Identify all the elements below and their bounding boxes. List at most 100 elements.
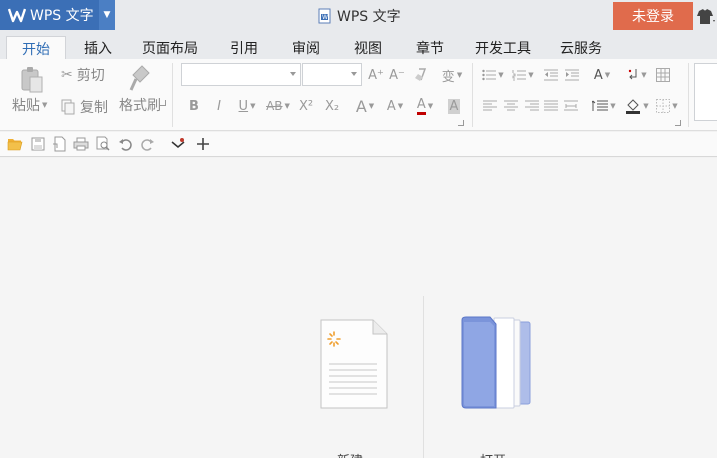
undo-icon[interactable]: [117, 136, 133, 152]
tab-insert[interactable]: 插入: [74, 36, 122, 60]
text-effect-icon: A: [386, 98, 396, 114]
open-folder-large-icon[interactable]: [460, 316, 532, 412]
print-preview-icon[interactable]: [95, 136, 111, 152]
superscript-button[interactable]: X²: [296, 96, 316, 116]
add-icon[interactable]: [195, 136, 211, 152]
format-painter-label: 格式刷: [119, 98, 161, 114]
character-style-button[interactable]: A ▼: [352, 96, 378, 116]
strikethrough-button[interactable]: AB ▼: [264, 96, 292, 116]
distribute-icon[interactable]: [563, 96, 579, 116]
italic-button[interactable]: I: [211, 96, 227, 116]
app-menu-button[interactable]: WPS 文字 ▼: [0, 0, 115, 30]
underline-button[interactable]: U ▼: [234, 96, 260, 116]
tab-page-layout[interactable]: 页面布局: [134, 36, 206, 60]
borders-icon: [656, 99, 671, 113]
font-family-select[interactable]: [181, 63, 301, 86]
ribbon-separator: [172, 63, 173, 127]
phonetic-guide-button[interactable]: 变 ▼: [438, 65, 466, 85]
phonetic-guide-icon: 变: [441, 69, 455, 85]
underline-icon: U: [238, 98, 249, 114]
tab-view[interactable]: 视图: [344, 36, 392, 60]
shrink-font-icon[interactable]: A⁻: [388, 65, 406, 85]
tab-review[interactable]: 审阅: [282, 36, 330, 60]
align-right-icon[interactable]: [524, 96, 540, 116]
change-case-button[interactable]: A ▼: [588, 65, 616, 85]
start-divider: [423, 296, 424, 458]
strikethrough-icon: AB: [266, 99, 283, 113]
bullet-list-icon: [482, 69, 497, 81]
char-shading-button[interactable]: A: [446, 96, 462, 116]
decrease-indent-icon[interactable]: [543, 65, 559, 85]
format-painter-icon[interactable]: [126, 63, 154, 93]
justify-icon[interactable]: [543, 96, 559, 116]
menu-tabs: 开始 插入 页面布局 引用 审阅 视图 章节 开发工具 云服务: [0, 33, 717, 60]
open-document-label[interactable]: 打开: [480, 450, 506, 458]
cut-label: 剪切: [76, 68, 105, 84]
bold-button[interactable]: B: [186, 96, 202, 116]
paste-label: 粘贴: [12, 98, 40, 114]
customize-toolbar-icon[interactable]: [169, 136, 187, 152]
paragraph-launcher-icon[interactable]: [675, 120, 681, 126]
open-folder-icon[interactable]: [7, 136, 23, 152]
tab-chapter[interactable]: 章节: [406, 36, 454, 60]
line-spacing-button[interactable]: ▼: [590, 96, 618, 116]
svg-text:W: W: [322, 14, 328, 21]
borders-button[interactable]: ▼: [653, 96, 681, 116]
window-title-text: WPS 文字: [337, 9, 401, 25]
numbered-list-icon: [512, 70, 527, 81]
tab-cloud-service[interactable]: 云服务: [552, 36, 610, 60]
document-icon: W: [318, 8, 331, 24]
font-launcher-icon[interactable]: [458, 120, 464, 126]
clipboard-launcher-icon[interactable]: [160, 100, 166, 106]
paragraph-mark-icon: [629, 69, 637, 80]
styles-gallery[interactable]: [694, 63, 717, 121]
app-name: WPS 文字: [30, 8, 94, 24]
print-icon[interactable]: [73, 136, 89, 152]
title-bar: WPS 文字 ▼ W WPS 文字 未登录: [0, 0, 717, 33]
ribbon-separator: [472, 63, 473, 127]
increase-indent-icon[interactable]: [564, 65, 580, 85]
grow-font-icon[interactable]: A⁺: [367, 65, 385, 85]
numbering-button[interactable]: ▼: [510, 65, 536, 85]
text-effect-button[interactable]: A ▼: [382, 96, 408, 116]
redo-icon[interactable]: [140, 136, 156, 152]
paste-icon[interactable]: [18, 65, 46, 95]
cut-button[interactable]: ✂ 剪切: [61, 65, 105, 85]
quick-access-toolbar: [0, 132, 717, 157]
line-spacing-icon: [592, 100, 609, 111]
change-case-icon: A: [593, 67, 603, 83]
paste-button[interactable]: 粘贴 ▼: [12, 95, 47, 115]
format-painter-button[interactable]: 格式刷: [119, 95, 161, 115]
char-shading-icon: A: [447, 98, 461, 114]
align-left-icon[interactable]: [482, 96, 498, 116]
tab-references[interactable]: 引用: [220, 36, 268, 60]
bullets-button[interactable]: ▼: [480, 65, 506, 85]
table-grid-icon[interactable]: [655, 65, 671, 85]
copy-button[interactable]: 复制: [61, 97, 108, 117]
save-icon[interactable]: [30, 136, 46, 152]
login-button[interactable]: 未登录: [613, 2, 693, 30]
app-menu-dropdown-icon[interactable]: ▼: [99, 0, 115, 30]
new-document-label[interactable]: 新建: [337, 450, 363, 458]
font-size-select[interactable]: [302, 63, 362, 86]
ribbon-home: 粘贴 ▼ ✂ 剪切 复制 格式刷 A⁺ A⁻ 变 ▼ B I U ▼ AB ▼ X² X…: [0, 59, 717, 131]
tab-developer[interactable]: 开发工具: [466, 36, 540, 60]
align-center-icon[interactable]: [503, 96, 519, 116]
start-page: 新建 打开: [0, 158, 717, 458]
tab-home[interactable]: 开始: [6, 36, 66, 60]
copy-icon: [61, 99, 75, 115]
clear-format-icon[interactable]: [412, 65, 430, 85]
paragraph-mark-button[interactable]: ▼: [624, 65, 650, 85]
subscript-button[interactable]: X₂: [322, 96, 342, 116]
font-color-icon: A: [416, 97, 426, 115]
skin-shirt-icon[interactable]: [695, 8, 717, 26]
shading-button[interactable]: ▼: [624, 96, 650, 116]
wps-logo-icon: [6, 4, 28, 26]
ribbon-separator: [688, 63, 689, 127]
window-title: W WPS 文字: [318, 6, 401, 26]
save-pdf-icon[interactable]: [52, 136, 68, 152]
font-color-button[interactable]: A ▼: [412, 96, 438, 116]
scissors-icon: ✂: [61, 67, 73, 83]
copy-label: 复制: [80, 100, 108, 116]
new-document-icon[interactable]: [319, 318, 389, 410]
